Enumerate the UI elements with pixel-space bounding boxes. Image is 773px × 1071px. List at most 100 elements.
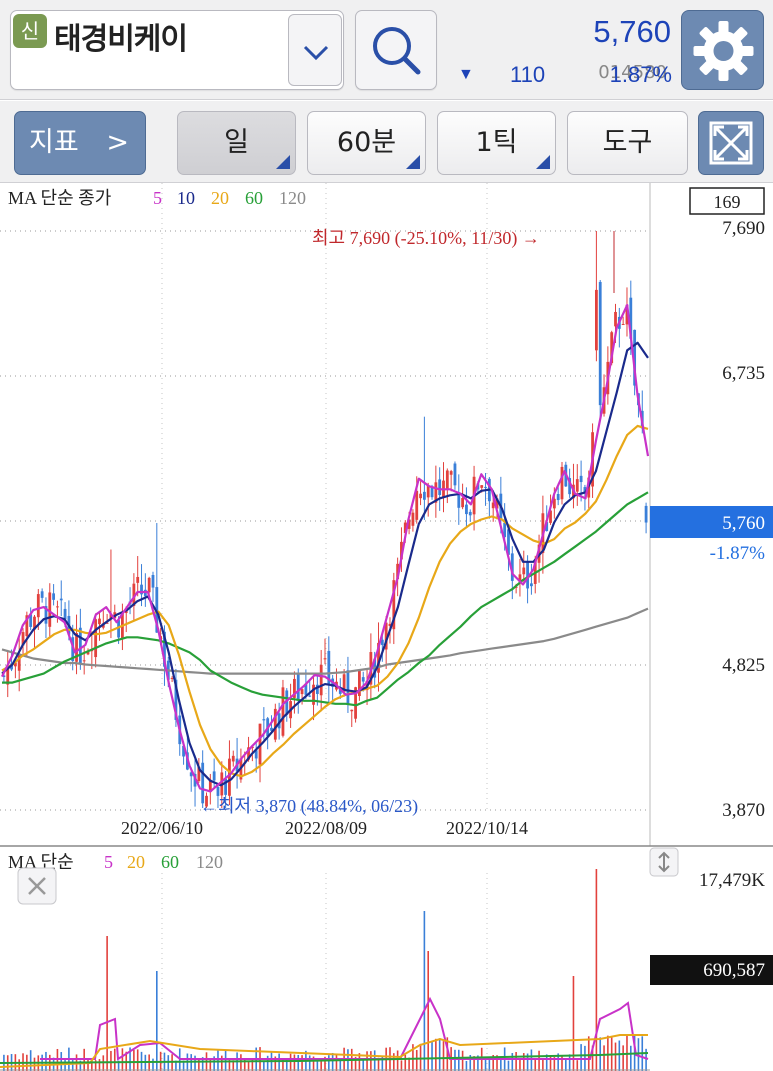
grid-lines bbox=[0, 183, 651, 1071]
candle-body bbox=[530, 583, 533, 587]
expand-icon bbox=[709, 121, 753, 165]
candle-body bbox=[419, 493, 422, 499]
change-value: 110 bbox=[510, 62, 546, 87]
candle-body bbox=[262, 719, 266, 721]
tools-label: 도구 bbox=[602, 127, 653, 158]
candle-body bbox=[56, 606, 59, 608]
change-percent: 1.87% bbox=[609, 62, 672, 87]
search-icon bbox=[373, 27, 421, 75]
candle-body bbox=[78, 627, 82, 665]
legend-ma20: 20 bbox=[211, 188, 229, 208]
candle-body bbox=[212, 771, 216, 781]
ma5-line bbox=[1, 303, 650, 793]
candle-body bbox=[231, 755, 235, 762]
legend-ma5: 5 bbox=[153, 188, 162, 208]
candle-body bbox=[281, 687, 285, 736]
chevron-down-icon bbox=[303, 45, 329, 61]
candle-body bbox=[449, 471, 453, 475]
candle-body bbox=[445, 470, 449, 490]
candle-body bbox=[147, 577, 151, 593]
indicator-button[interactable]: 지표 > bbox=[14, 111, 146, 175]
candle-body bbox=[480, 485, 484, 488]
candle-body bbox=[308, 695, 312, 697]
current-price: 5,760 bbox=[593, 14, 671, 49]
candle-body bbox=[415, 490, 419, 520]
candle-body bbox=[411, 512, 415, 526]
volume-bars bbox=[0, 869, 650, 1071]
dropdown-triangle-icon bbox=[276, 155, 290, 169]
volume-max-label: 17,479K bbox=[699, 870, 765, 891]
candle-body bbox=[453, 463, 457, 486]
candle-body bbox=[579, 475, 583, 483]
candle-body bbox=[63, 608, 67, 620]
candle-body bbox=[319, 664, 323, 696]
period-minute-button[interactable]: 60분 bbox=[307, 111, 426, 175]
period-tick-button[interactable]: 1틱 bbox=[437, 111, 556, 175]
candle-body bbox=[59, 598, 63, 601]
chart-toolbar: 지표 > 일 60분 1틱 도구 bbox=[0, 101, 773, 183]
candle-body bbox=[422, 491, 426, 500]
dropdown-triangle-icon bbox=[406, 155, 420, 169]
price-ma-legend-label: MA 단순 종가 bbox=[8, 188, 111, 208]
ma20-line bbox=[1, 424, 649, 778]
indicator-label: 지표 bbox=[29, 127, 79, 158]
candle-body bbox=[484, 486, 487, 488]
vol-legend-ma120: 120 bbox=[196, 852, 223, 872]
candle-body bbox=[52, 593, 56, 600]
legend-ma120: 120 bbox=[279, 188, 306, 208]
candle-body bbox=[296, 673, 300, 701]
chart-canvas[interactable]: MA 단순 종가 5 10 20 60 120 169 7,690 6,735 … bbox=[0, 183, 773, 1071]
current-change-pct: -1.87% bbox=[710, 543, 766, 564]
credit-badge: 신 bbox=[13, 14, 47, 48]
period-day-button[interactable]: 일 bbox=[177, 111, 296, 175]
candle-body bbox=[644, 505, 648, 523]
candle-body bbox=[350, 709, 354, 712]
settings-button[interactable] bbox=[681, 10, 764, 90]
search-button[interactable] bbox=[355, 10, 437, 90]
pane-resize-button[interactable] bbox=[649, 847, 679, 877]
candle-body bbox=[560, 466, 564, 500]
current-volume: 690,587 bbox=[703, 960, 765, 981]
y-label-4: 4,825 bbox=[722, 655, 765, 676]
chevron-right-icon: > bbox=[106, 127, 129, 158]
tools-button[interactable]: 도구 bbox=[567, 111, 688, 175]
fullscreen-button[interactable] bbox=[698, 111, 764, 175]
top-bar: 신 태경비케이 014580 5,760 ▼ 110 1.87% bbox=[0, 0, 773, 100]
candle-body bbox=[36, 594, 40, 618]
low-annotation: ←최저 3,870 (48.84%, 06/23) bbox=[200, 796, 418, 817]
candle-body bbox=[94, 619, 98, 658]
y-label-current: 5,760 bbox=[722, 513, 765, 534]
candle-count: 169 bbox=[714, 192, 741, 212]
high-annotation: 최고 7,690 (-25.10%, 11/30) → bbox=[312, 228, 540, 249]
candle-body bbox=[461, 497, 465, 508]
candle-body bbox=[621, 324, 625, 326]
candle-body bbox=[522, 567, 526, 575]
candle-body bbox=[228, 758, 231, 796]
y-label-low: 3,870 bbox=[722, 800, 765, 821]
stock-name[interactable]: 태경비케이 bbox=[54, 14, 188, 58]
legend-ma10: 10 bbox=[177, 188, 195, 208]
candle-body bbox=[82, 660, 86, 662]
candle-body bbox=[468, 511, 472, 516]
candle-body bbox=[438, 479, 442, 495]
candle-body bbox=[598, 281, 602, 406]
down-arrow-icon: ▼ bbox=[458, 66, 474, 83]
x-label-3: 2022/10/14 bbox=[446, 818, 528, 838]
candle-body bbox=[361, 677, 365, 682]
candle-body bbox=[323, 658, 327, 660]
period-day-label: 일 bbox=[224, 127, 249, 158]
candle-body bbox=[614, 311, 617, 327]
candle-body bbox=[170, 677, 174, 679]
legend-ma60: 60 bbox=[245, 188, 263, 208]
y-label-2: 6,735 bbox=[722, 363, 765, 384]
candle-body bbox=[556, 494, 560, 501]
candlesticks bbox=[2, 231, 648, 808]
period-minute-label: 60분 bbox=[336, 127, 397, 158]
stock-dropdown-button[interactable] bbox=[288, 14, 342, 86]
candle-body bbox=[151, 575, 155, 588]
x-label-1: 2022/06/10 bbox=[121, 818, 203, 838]
close-pane-button[interactable] bbox=[17, 867, 57, 905]
moving-average-lines bbox=[1, 303, 650, 793]
candle-body bbox=[216, 786, 220, 796]
x-label-2: 2022/08/09 bbox=[285, 818, 367, 838]
